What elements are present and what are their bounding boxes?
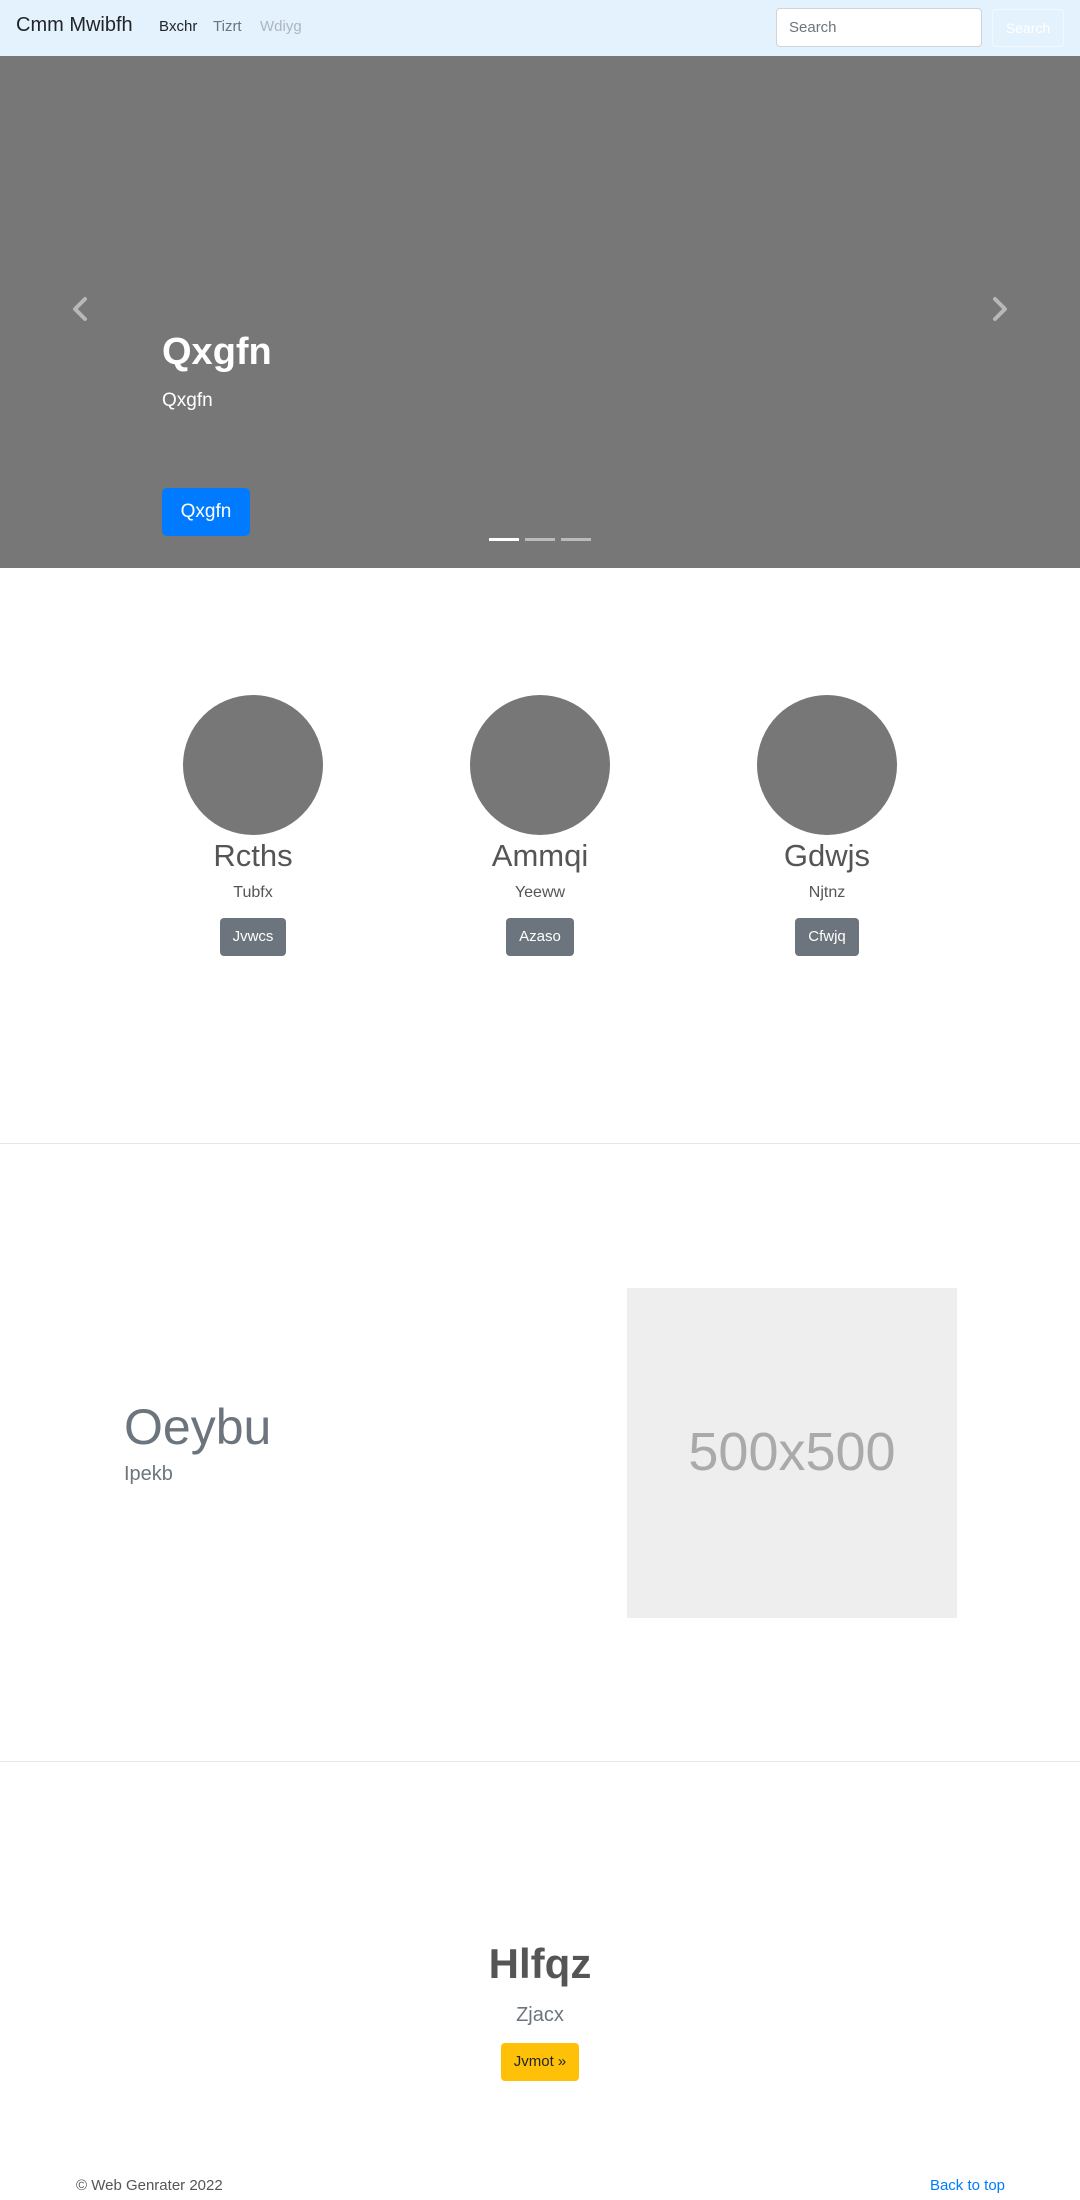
back-to-top-link[interactable]: Back to top — [930, 2177, 1005, 2194]
carousel-indicators — [0, 538, 1080, 542]
carousel-cta-button[interactable]: Qxgfn — [162, 488, 250, 536]
cta-button[interactable]: Jvmot » — [500, 2043, 580, 2081]
hero-carousel: Qxgfn Qxgfn Qxgfn — [0, 56, 1080, 568]
section-divider — [0, 1143, 1080, 1144]
feature-title: Ammqi — [491, 838, 589, 873]
feature-column-1: Rcths Tubfx Jvwcs — [133, 695, 373, 957]
nav-link-bxchr[interactable]: Bxchr — [159, 18, 197, 35]
feature-button[interactable]: Jvwcs — [219, 918, 287, 957]
cta-title: Hlfqz — [488, 1940, 592, 1987]
section-divider — [0, 1761, 1080, 1762]
footer-copyright: © Web Genrater 2022 — [76, 2177, 223, 2194]
carousel-caption: Qxgfn Qxgfn Qxgfn — [162, 330, 272, 536]
search-input[interactable] — [776, 8, 982, 47]
nav-link-tizrt[interactable]: Tizrt — [213, 18, 242, 35]
feature-title: Rcths — [213, 838, 293, 873]
carousel-indicator-1[interactable] — [489, 538, 519, 541]
carousel-next-icon[interactable] — [984, 294, 1014, 324]
navbar: Cmm Mwibfh Bxchr Tizrt Wdiyg Search — [0, 0, 1080, 56]
featurette-heading: Oeybu — [124, 1399, 272, 1455]
feature-column-3: Gdwjs Njtnz Cfwjq — [707, 695, 947, 957]
feature-title: Gdwjs — [783, 838, 871, 873]
carousel-title: Qxgfn — [162, 331, 272, 373]
carousel-indicator-3[interactable] — [561, 538, 591, 541]
feature-button[interactable]: Azaso — [506, 918, 574, 957]
placeholder-label: 500x500 — [688, 1422, 896, 1482]
featurette-subheading: Ipekb — [124, 1463, 173, 1485]
feature-image — [470, 695, 610, 835]
feature-text: Njtnz — [808, 884, 846, 902]
nav-link-wdiyg: Wdiyg — [260, 18, 302, 35]
carousel-subtitle: Qxgfn — [162, 389, 213, 411]
feature-column-2: Ammqi Yeeww Azaso — [420, 695, 660, 957]
cta-section: Hlfqz Zjacx Jvmot » — [0, 1940, 1080, 2081]
feature-button[interactable]: Cfwjq — [795, 918, 859, 957]
feature-image — [183, 695, 323, 835]
feature-text: Yeeww — [514, 884, 566, 902]
featurette-image-placeholder: 500x500 — [627, 1288, 957, 1618]
cta-subtitle: Zjacx — [516, 2004, 564, 2026]
feature-image — [757, 695, 897, 835]
navbar-brand[interactable]: Cmm Mwibfh — [16, 14, 133, 37]
carousel-prev-icon[interactable] — [66, 294, 96, 324]
search-button[interactable]: Search — [992, 9, 1064, 47]
feature-text: Tubfx — [233, 884, 273, 902]
carousel-indicator-2[interactable] — [525, 538, 555, 541]
